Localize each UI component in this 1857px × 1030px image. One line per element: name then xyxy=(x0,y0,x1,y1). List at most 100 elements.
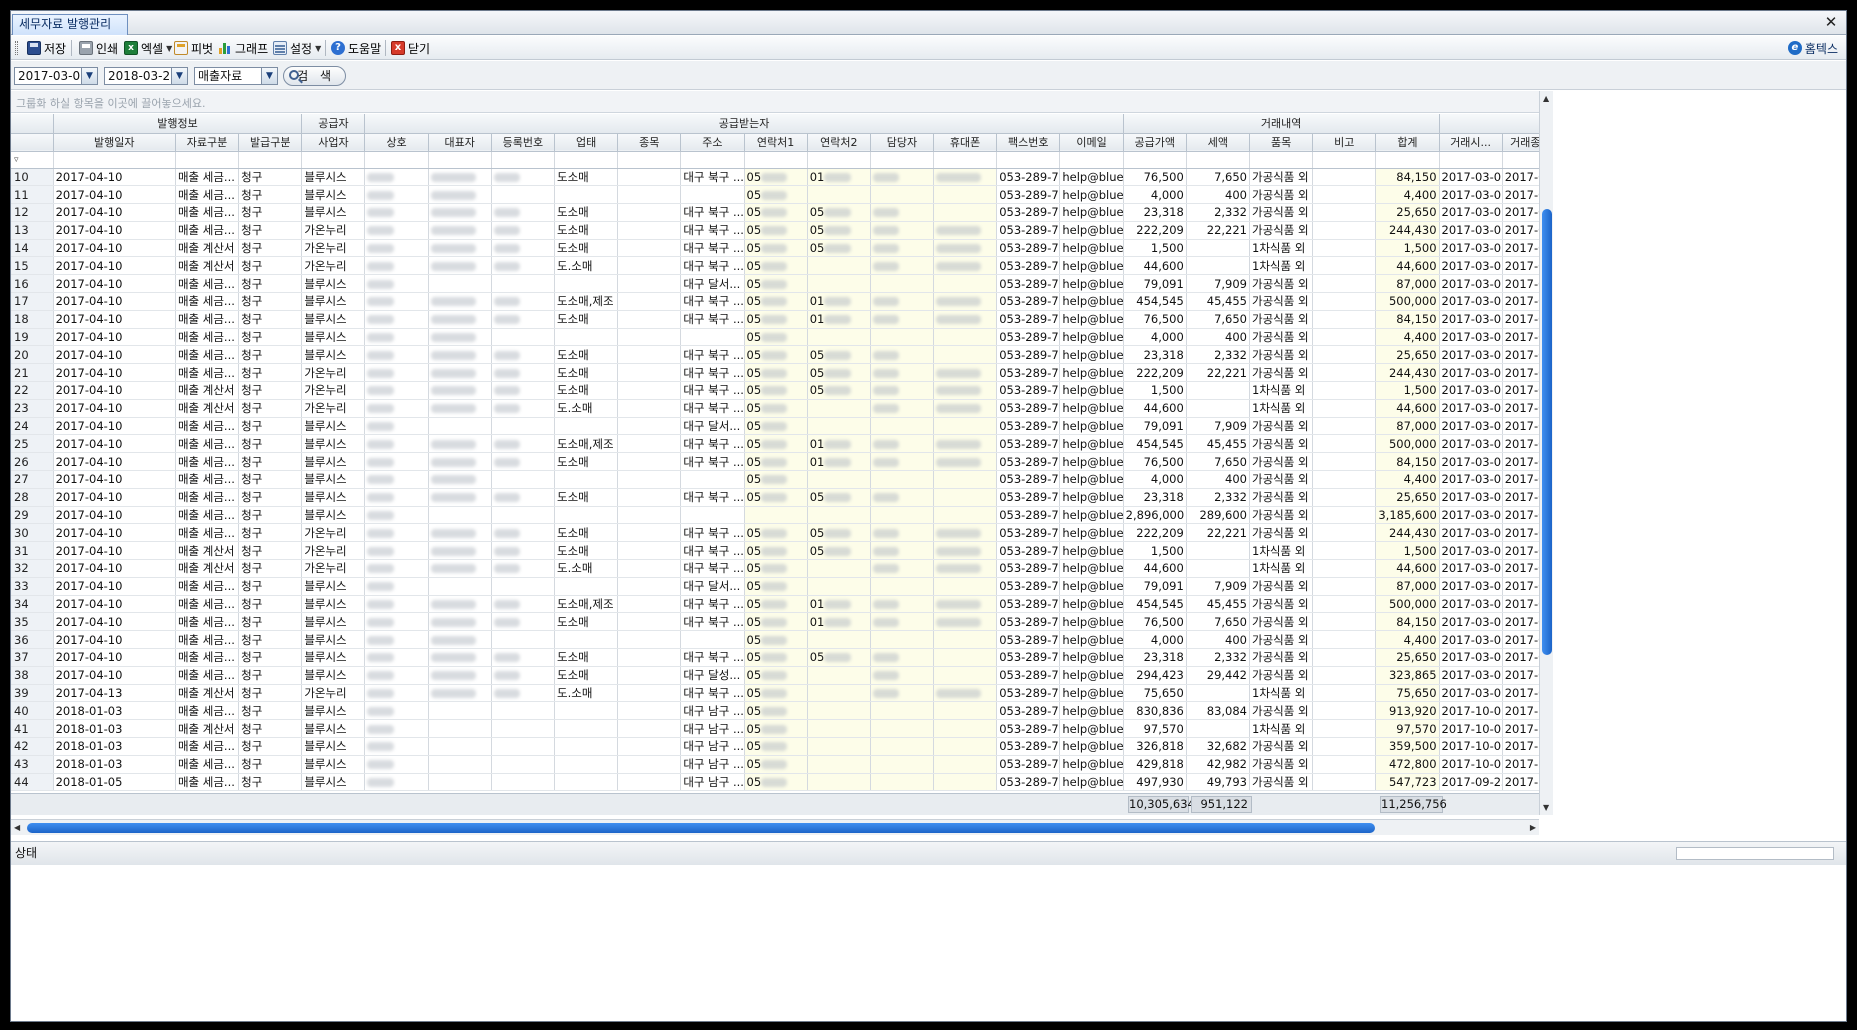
table-cell[interactable]: 053-289-7... xyxy=(996,506,1061,525)
table-cell[interactable]: 05 xyxy=(744,541,808,561)
table-cell[interactable] xyxy=(428,719,492,738)
table-cell[interactable]: help@blue... xyxy=(1059,452,1124,472)
table-cell[interactable]: 2017-03-01 xyxy=(1439,523,1503,543)
table-cell[interactable] xyxy=(617,737,682,756)
table-cell[interactable]: 500,000 xyxy=(1375,292,1440,311)
table-cell[interactable]: 053-289-7... xyxy=(996,239,1061,258)
table-cell[interactable]: 매출 세금... xyxy=(175,630,240,650)
dropdown-arrow-icon[interactable]: ▼ xyxy=(261,68,277,84)
filter-cell[interactable] xyxy=(428,151,492,169)
table-cell[interactable] xyxy=(870,773,935,792)
table-cell[interactable]: 1차식품 외 xyxy=(1249,719,1314,738)
table-cell[interactable]: 429,818 xyxy=(1123,755,1187,774)
scroll-left-icon[interactable]: ◀ xyxy=(14,823,20,832)
table-cell[interactable]: help@blue... xyxy=(1059,630,1124,650)
table-cell[interactable]: 대구 달성... xyxy=(680,666,745,685)
table-cell[interactable] xyxy=(933,345,998,365)
table-cell[interactable]: 2017-04-10 xyxy=(53,488,176,507)
table-cell[interactable]: help@blue... xyxy=(1059,684,1124,703)
table-cell[interactable]: 청구 xyxy=(238,488,303,507)
table-cell[interactable] xyxy=(491,417,556,436)
table-cell[interactable]: 2017-03-01 xyxy=(1439,452,1503,472)
table-cell[interactable]: 1,500 xyxy=(1123,381,1187,400)
table-cell[interactable]: 가온누리 xyxy=(301,221,366,240)
table-cell[interactable] xyxy=(364,417,429,436)
table-cell[interactable] xyxy=(364,559,429,578)
table-cell[interactable]: 청구 xyxy=(238,328,303,347)
table-cell[interactable]: 7,650 xyxy=(1186,612,1251,632)
table-cell[interactable] xyxy=(933,328,998,347)
table-cell[interactable]: 76,500 xyxy=(1123,452,1187,472)
table-cell[interactable] xyxy=(807,185,871,205)
search-button[interactable]: 검 색 xyxy=(283,66,346,86)
table-cell[interactable]: 053-289-7... xyxy=(996,701,1061,721)
table-cell[interactable]: 도소매 xyxy=(554,239,619,258)
table-cell[interactable]: 44,600 xyxy=(1375,256,1440,276)
table-cell[interactable] xyxy=(1186,719,1251,738)
table-cell[interactable] xyxy=(870,577,935,596)
table-cell[interactable] xyxy=(364,737,429,756)
table-cell[interactable]: 05 xyxy=(807,221,871,240)
table-cell[interactable] xyxy=(617,310,682,329)
table-cell[interactable]: 도소매 xyxy=(554,488,619,507)
table-cell[interactable]: 05 xyxy=(744,221,808,240)
table-cell[interactable] xyxy=(933,737,998,756)
table-cell[interactable]: 블루시스 xyxy=(301,310,366,329)
table-cell[interactable]: 청구 xyxy=(238,701,303,721)
table-cell[interactable]: 359,500 xyxy=(1375,737,1440,756)
table-cell[interactable] xyxy=(680,470,745,489)
table-cell[interactable] xyxy=(1186,239,1251,258)
table-cell[interactable] xyxy=(1312,541,1377,561)
table-cell[interactable] xyxy=(617,612,682,632)
table-cell[interactable]: 05 xyxy=(744,755,808,774)
table-cell[interactable] xyxy=(364,221,429,240)
table-cell[interactable] xyxy=(617,221,682,240)
table-cell[interactable]: 도소매 xyxy=(554,666,619,685)
table-cell[interactable] xyxy=(870,328,935,347)
table-cell[interactable]: 2017-03-01 xyxy=(1439,630,1503,650)
table-cell[interactable] xyxy=(617,363,682,383)
table-cell[interactable] xyxy=(933,719,998,738)
table-row[interactable]: 362017-04-10매출 세금...청구블루시스 05 053-289-7...… xyxy=(11,630,1539,650)
table-cell[interactable] xyxy=(1312,666,1377,685)
table-cell[interactable] xyxy=(428,239,492,258)
table-cell[interactable] xyxy=(617,185,682,205)
table-cell[interactable] xyxy=(870,541,935,561)
table-cell[interactable]: 05 xyxy=(744,399,808,418)
table-cell[interactable] xyxy=(933,274,998,294)
table-cell[interactable]: 매출 세금... xyxy=(175,434,240,454)
table-cell[interactable]: 05 xyxy=(744,577,808,596)
window-close-icon[interactable]: ✕ xyxy=(1822,13,1840,31)
table-cell[interactable] xyxy=(428,684,492,703)
filter-cell[interactable] xyxy=(1312,151,1377,169)
table-cell[interactable] xyxy=(364,328,429,347)
table-cell[interactable]: 가공식품 외 xyxy=(1249,755,1314,774)
table-cell[interactable] xyxy=(617,595,682,614)
table-cell[interactable]: 454,545 xyxy=(1123,595,1187,614)
table-cell[interactable]: 2017-0 xyxy=(1502,488,1539,507)
table-cell[interactable]: 2017-0 xyxy=(1502,595,1539,614)
table-cell[interactable]: 매출 계산서 xyxy=(175,541,240,561)
table-cell[interactable]: 05 xyxy=(744,168,808,187)
table-cell[interactable] xyxy=(364,363,429,383)
table-cell[interactable] xyxy=(870,168,935,187)
table-cell[interactable]: 2017-04-10 xyxy=(53,363,176,383)
table-cell[interactable] xyxy=(933,666,998,685)
table-cell[interactable]: 1,500 xyxy=(1123,239,1187,258)
table-cell[interactable]: 05 xyxy=(807,381,871,400)
table-cell[interactable] xyxy=(364,310,429,329)
table-cell[interactable]: 400 xyxy=(1186,185,1251,205)
table-cell[interactable]: 323,865 xyxy=(1375,666,1440,685)
column-header[interactable]: 거래시... xyxy=(1439,133,1503,152)
type-select[interactable]: 매출자료 ▼ xyxy=(194,67,278,85)
table-cell[interactable] xyxy=(364,488,429,507)
table-cell[interactable]: 497,930 xyxy=(1123,773,1187,792)
table-cell[interactable]: 가공식품 외 xyxy=(1249,773,1314,792)
table-cell[interactable] xyxy=(933,773,998,792)
table-cell[interactable]: 청구 xyxy=(238,363,303,383)
table-cell[interactable] xyxy=(807,506,871,525)
table-cell[interactable] xyxy=(428,773,492,792)
table-cell[interactable]: 83,084 xyxy=(1186,701,1251,721)
table-cell[interactable]: 44,600 xyxy=(1375,559,1440,578)
table-cell[interactable]: 도소매,제조 xyxy=(554,292,619,311)
